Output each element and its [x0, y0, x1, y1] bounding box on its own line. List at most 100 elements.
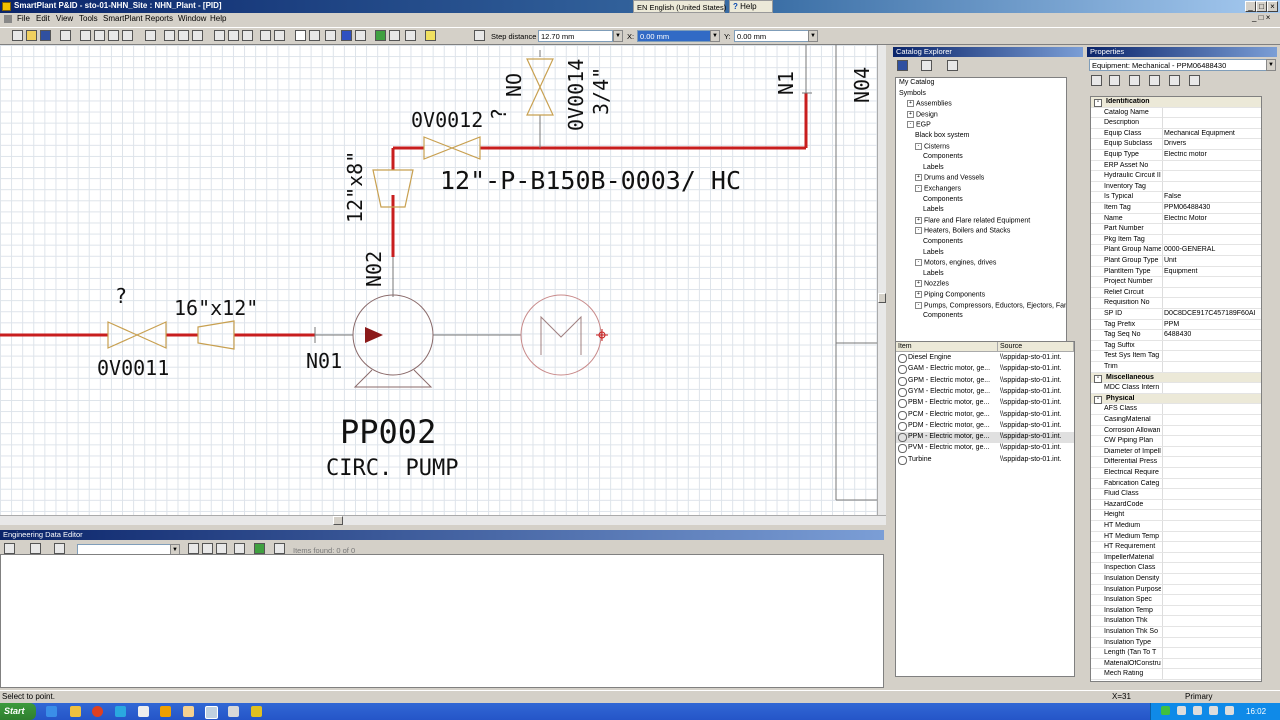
cut-icon[interactable] — [80, 30, 91, 41]
open-icon[interactable] — [26, 30, 37, 41]
catalog-item-row[interactable]: Diesel Engine \\sppidap-sto-01.int. — [896, 353, 1074, 364]
catalog-item-row[interactable]: GPM - Electric motor, ge... \\sppidap-sto… — [896, 376, 1074, 387]
app-icon-5[interactable] — [228, 706, 239, 717]
property-row[interactable]: Equip Class Mechanical Equipment — [1091, 128, 1261, 140]
property-row[interactable]: Part Number — [1091, 224, 1261, 235]
select-icon[interactable] — [295, 30, 306, 41]
property-value[interactable]: Equipment — [1164, 268, 1261, 275]
tree-node[interactable]: - EGP — [907, 121, 931, 129]
app-icon-4[interactable] — [183, 706, 194, 717]
chrome-icon[interactable] — [92, 706, 103, 717]
collapse-icon[interactable]: - — [1094, 99, 1102, 107]
expand-icon[interactable]: + — [915, 174, 922, 182]
expand-icon[interactable]: + — [915, 291, 922, 298]
tray-icon-1[interactable] — [1161, 706, 1170, 715]
help-button[interactable]: ? Help — [729, 0, 773, 13]
new-icon[interactable] — [12, 30, 23, 41]
catalog-item-row[interactable]: Turbine \\sppidap-sto-01.int. — [896, 455, 1074, 466]
property-value[interactable]: PPM — [1164, 321, 1261, 328]
prop-categorize-icon[interactable] — [1109, 75, 1120, 86]
app-icon-2[interactable] — [138, 706, 149, 717]
property-row[interactable]: Insulation Type — [1091, 637, 1261, 649]
catalog-item-row[interactable]: PCM - Electric motor, ge... \\sppidap-sto… — [896, 410, 1074, 421]
property-row[interactable]: Description — [1091, 118, 1261, 129]
tree-node[interactable]: Labels — [923, 270, 944, 277]
prop-link-icon[interactable] — [1189, 75, 1200, 86]
property-row[interactable]: PlantItem Type Equipment — [1091, 266, 1261, 278]
ede-grid[interactable] — [0, 554, 884, 688]
menu-edit[interactable]: Edit — [36, 14, 50, 23]
property-row[interactable]: MaterialOfConstru — [1091, 658, 1261, 670]
tree-node[interactable]: - Exchangers — [915, 185, 961, 192]
property-row[interactable]: Trim — [1091, 362, 1261, 373]
ede-sort-icon[interactable] — [234, 543, 245, 554]
property-row[interactable]: HT Medium — [1091, 521, 1261, 532]
tree-node[interactable]: - Heaters, Boilers and Stacks — [915, 227, 1010, 235]
catalog-item-row[interactable]: PBM - Electric motor, ge... \\sppidap-sto… — [896, 398, 1074, 409]
property-row[interactable]: Item Tag PPM06488430 — [1091, 203, 1261, 214]
property-row[interactable]: HazardCode — [1091, 499, 1261, 511]
undo-icon[interactable] — [145, 30, 156, 41]
tree-node[interactable]: Black box system — [915, 132, 969, 139]
property-row[interactable]: Height — [1091, 510, 1261, 521]
move-icon[interactable] — [178, 30, 189, 41]
collapse-icon[interactable]: - — [915, 301, 922, 309]
minimize-button[interactable]: _ — [1245, 1, 1256, 12]
smartplant-task-icon[interactable] — [205, 706, 218, 719]
tree-node[interactable]: + Design — [907, 110, 938, 118]
prop-sort-icon[interactable] — [1091, 75, 1102, 86]
tray-icon-3[interactable] — [1193, 706, 1202, 715]
property-row[interactable]: Insulation Spec — [1091, 595, 1261, 606]
menu-help[interactable]: Help — [210, 14, 226, 23]
hscroll-thumb[interactable] — [333, 516, 343, 525]
ede-copy-icon[interactable] — [188, 543, 199, 554]
step-distance-dropdown[interactable]: ▼ — [613, 30, 623, 42]
catalog-view-icon[interactable] — [921, 60, 932, 71]
property-category[interactable]: - Miscellaneous — [1091, 372, 1261, 384]
property-row[interactable]: HT Requirement — [1091, 542, 1261, 553]
tray-icon-5[interactable] — [1225, 706, 1234, 715]
pan-icon[interactable] — [164, 30, 175, 41]
property-row[interactable]: MDC Class Intern — [1091, 383, 1261, 394]
property-row[interactable]: Requisition No — [1091, 298, 1261, 309]
property-row[interactable]: Is Typical False — [1091, 192, 1261, 203]
zoom-area-icon[interactable] — [214, 30, 225, 41]
tree-node[interactable]: - Cisterns — [915, 142, 950, 150]
property-value[interactable]: D0C8DCE917C457189F60AI — [1164, 310, 1261, 317]
app-icon-6[interactable] — [251, 706, 262, 717]
expand-icon[interactable]: + — [915, 280, 922, 288]
expand-icon[interactable]: + — [907, 110, 914, 118]
tray-icon-2[interactable] — [1177, 706, 1186, 715]
catalog-item-row[interactable]: PVM - Electric motor, ge... \\sppidap-sto… — [896, 443, 1074, 454]
tree-node[interactable]: Components — [923, 238, 963, 245]
start-button[interactable]: Start — [0, 703, 36, 720]
collapse-icon[interactable]: - — [915, 185, 922, 192]
property-value[interactable]: Electric Motor — [1164, 215, 1261, 222]
catalog-item-row[interactable]: PDM - Electric motor, ge... \\sppidap-sto… — [896, 421, 1074, 432]
property-row[interactable]: Diameter of Impell — [1091, 446, 1261, 458]
property-row[interactable]: CW Piping Plan — [1091, 436, 1261, 447]
pump-pp002[interactable] — [352, 294, 434, 388]
property-row[interactable]: Mech Rating — [1091, 669, 1261, 680]
tree-node[interactable]: Labels — [923, 164, 944, 171]
menu-smartplant[interactable]: SmartPlant — [103, 14, 143, 23]
menu-window[interactable]: Window — [178, 14, 206, 23]
zoom-previous-icon[interactable] — [274, 30, 285, 41]
property-row[interactable]: Inspection Class — [1091, 563, 1261, 574]
property-row[interactable]: Tag Suffix — [1091, 340, 1261, 352]
y-dropdown[interactable]: ▼ — [808, 30, 818, 42]
pid-drawing[interactable]: ? 16"x12" 0V0011 N01 PP002 CIRC. PUMP 0V… — [0, 45, 877, 515]
expand-icon[interactable]: + — [915, 216, 922, 224]
canvas-horizontal-scrollbar[interactable] — [0, 515, 886, 525]
delete-icon[interactable] — [122, 30, 133, 41]
properties-selector-dropdown[interactable]: ▼ — [1266, 59, 1276, 71]
tree-node[interactable]: + Nozzles — [915, 280, 949, 288]
tree-node[interactable]: Labels — [923, 249, 944, 256]
ede-highlight-icon[interactable] — [254, 543, 265, 554]
property-row[interactable]: HT Medium Temp — [1091, 531, 1261, 543]
tree-node[interactable]: My Catalog — [899, 79, 934, 86]
x-field[interactable]: 0.00 mm — [637, 30, 712, 42]
close-button[interactable]: × — [1267, 1, 1278, 12]
property-row[interactable]: ImpellerMaterial — [1091, 552, 1261, 564]
print-icon[interactable] — [60, 30, 71, 41]
